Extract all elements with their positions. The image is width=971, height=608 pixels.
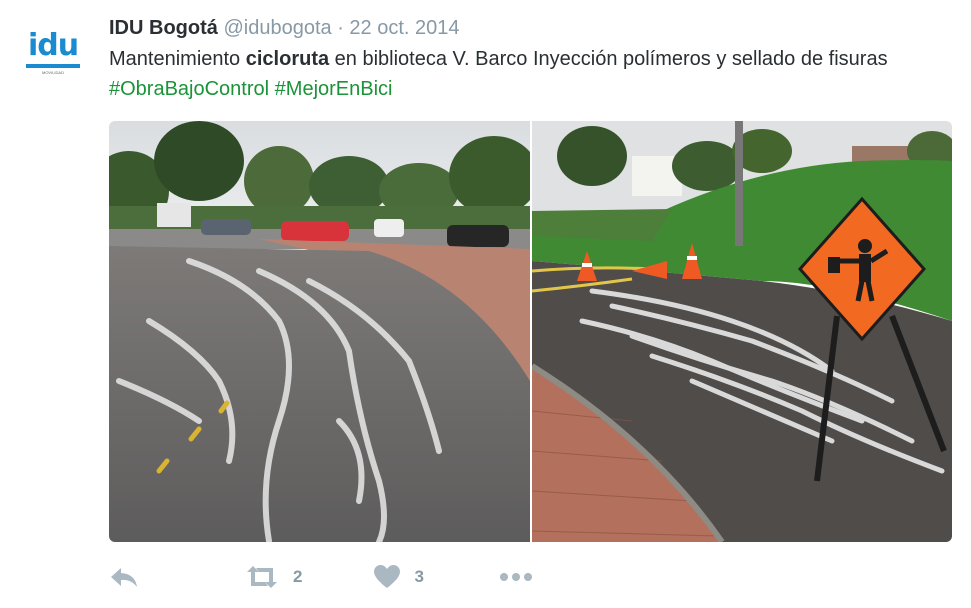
- photo-bike-path-crack-sealing[interactable]: [109, 121, 530, 542]
- idu-logo-text: idu: [27, 28, 79, 63]
- retweet-count: 2: [293, 567, 303, 586]
- like-count: 3: [414, 567, 424, 586]
- retweet-button[interactable]: 2: [245, 565, 302, 589]
- like-button[interactable]: 3: [374, 565, 424, 589]
- more-button[interactable]: [499, 572, 532, 582]
- retweet-icon: [245, 565, 279, 589]
- logo-subtext: MOVILIDAD: [41, 70, 64, 75]
- reply-button[interactable]: [109, 565, 139, 589]
- tweet-text: Mantenimiento cicloruta en biblioteca V.…: [109, 44, 939, 104]
- tweet-timestamp[interactable]: 22 oct. 2014: [349, 17, 459, 39]
- tweet-header: IDU Bogotá @idubogota · 22 oct. 2014: [109, 14, 460, 42]
- reply-icon: [109, 565, 139, 589]
- more-icon: [499, 572, 532, 582]
- header-separator: ·: [337, 17, 344, 39]
- hashtag-mejorenbici[interactable]: #MejorEnBici: [275, 78, 393, 100]
- tweet-text-after: en biblioteca V. Barco Inyección polímer…: [329, 48, 888, 70]
- hashtag-obrabajocontrol[interactable]: #ObraBajoControl: [109, 78, 269, 100]
- author-fullname[interactable]: IDU Bogotá: [109, 17, 218, 39]
- heart-icon: [374, 565, 401, 589]
- tweet-media: [109, 121, 952, 542]
- avatar[interactable]: idu MOVILIDAD: [18, 18, 88, 88]
- author-screen-name[interactable]: @idubogota: [223, 17, 331, 39]
- tweet-actions: 2 3: [109, 560, 532, 594]
- tweet-text-bold: cicloruta: [245, 48, 330, 70]
- photo-work-zone-sign-cones[interactable]: [532, 121, 952, 542]
- logo-bar: [26, 64, 80, 68]
- tweet-text-before: Mantenimiento: [109, 48, 246, 70]
